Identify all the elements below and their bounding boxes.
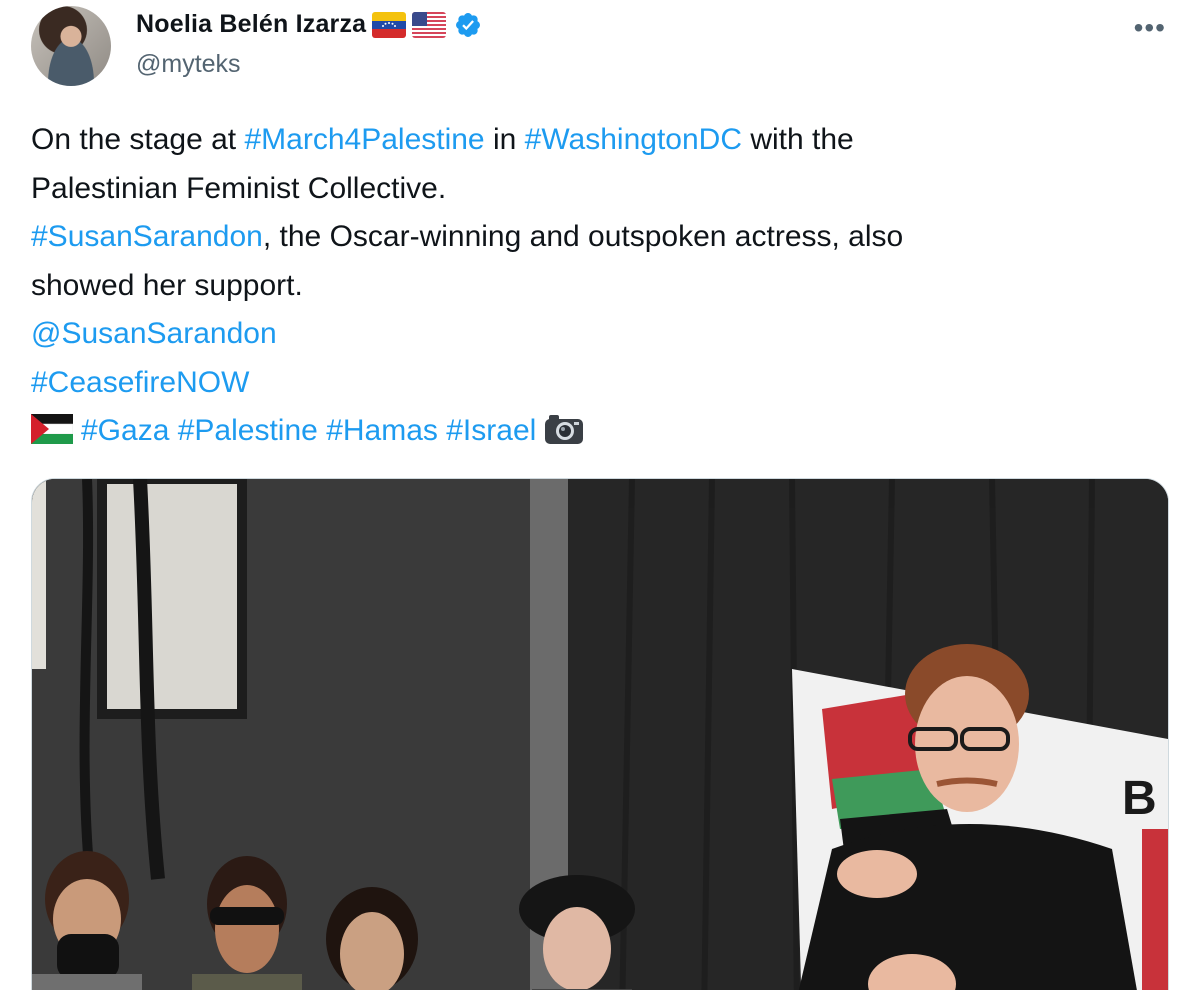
banner-letter: B [1122,772,1157,825]
tweet-text: On the stage at #March4Palestine in #Was… [30,116,1141,456]
tweet-text-segment [318,414,326,447]
tweet-text-segment: showed her support. [31,268,303,302]
author-handle[interactable]: @myteks [136,50,241,79]
mention-link[interactable]: @SusanSarandon [31,317,277,350]
tweet-text-segment: with the [741,123,854,156]
hashtag-link[interactable]: #SusanSarandon [31,220,263,253]
hashtag-link[interactable]: #March4Palestine [244,123,484,156]
hashtag-link[interactable]: #Gaza [81,414,169,447]
hashtag-link[interactable]: #Israel [446,414,536,447]
author-avatar[interactable] [31,6,111,86]
tweet-text-segment: Palestinian Feminist Collective. [31,171,447,205]
tweet-photo[interactable]: B [31,478,1169,990]
author-name-row: Noelia Belén Izarza [136,10,482,39]
hashtag-link[interactable]: #WashingtonDC [525,123,742,156]
tweet-text-line: #Gaza #Palestine #Hamas #Israel [30,407,1141,456]
tweet-text-line: On the stage at #March4Palestine in #Was… [31,116,1141,165]
tweet-text-line: @SusanSarandon [31,310,1141,359]
verified-badge-icon [454,11,482,39]
tweet-text-segment: , the Oscar-winning and outspoken actres… [262,220,904,253]
tweet-text-segment [169,414,177,447]
tweet-card[interactable]: Noelia Belén Izarza @myteks ••• On the s… [0,0,1200,990]
venezuela-flag-icon [372,11,407,38]
hashtag-link[interactable]: #CeasefireNOW [31,366,249,399]
hashtag-link[interactable]: #Hamas [326,414,438,447]
usa-flag-icon [412,11,447,38]
author-display-name[interactable]: Noelia Belén Izarza [136,10,366,39]
tweet-text-line: #SusanSarandon, the Oscar-winning and ou… [31,213,1141,262]
camera-icon [544,412,584,444]
tweet-text-segment [438,414,446,447]
tweet-text-line: Palestinian Feminist Collective. [31,165,1141,214]
tweet-text-segment: On the stage at [31,123,245,156]
tweet-text-segment: in [484,123,525,156]
palestine-flag-icon [30,411,74,444]
more-options-icon[interactable]: ••• [1134,14,1166,42]
tweet-text-line: #CeasefireNOW [31,359,1141,408]
hashtag-link[interactable]: #Palestine [178,414,318,447]
tweet-text-line: showed her support. [31,262,1141,311]
